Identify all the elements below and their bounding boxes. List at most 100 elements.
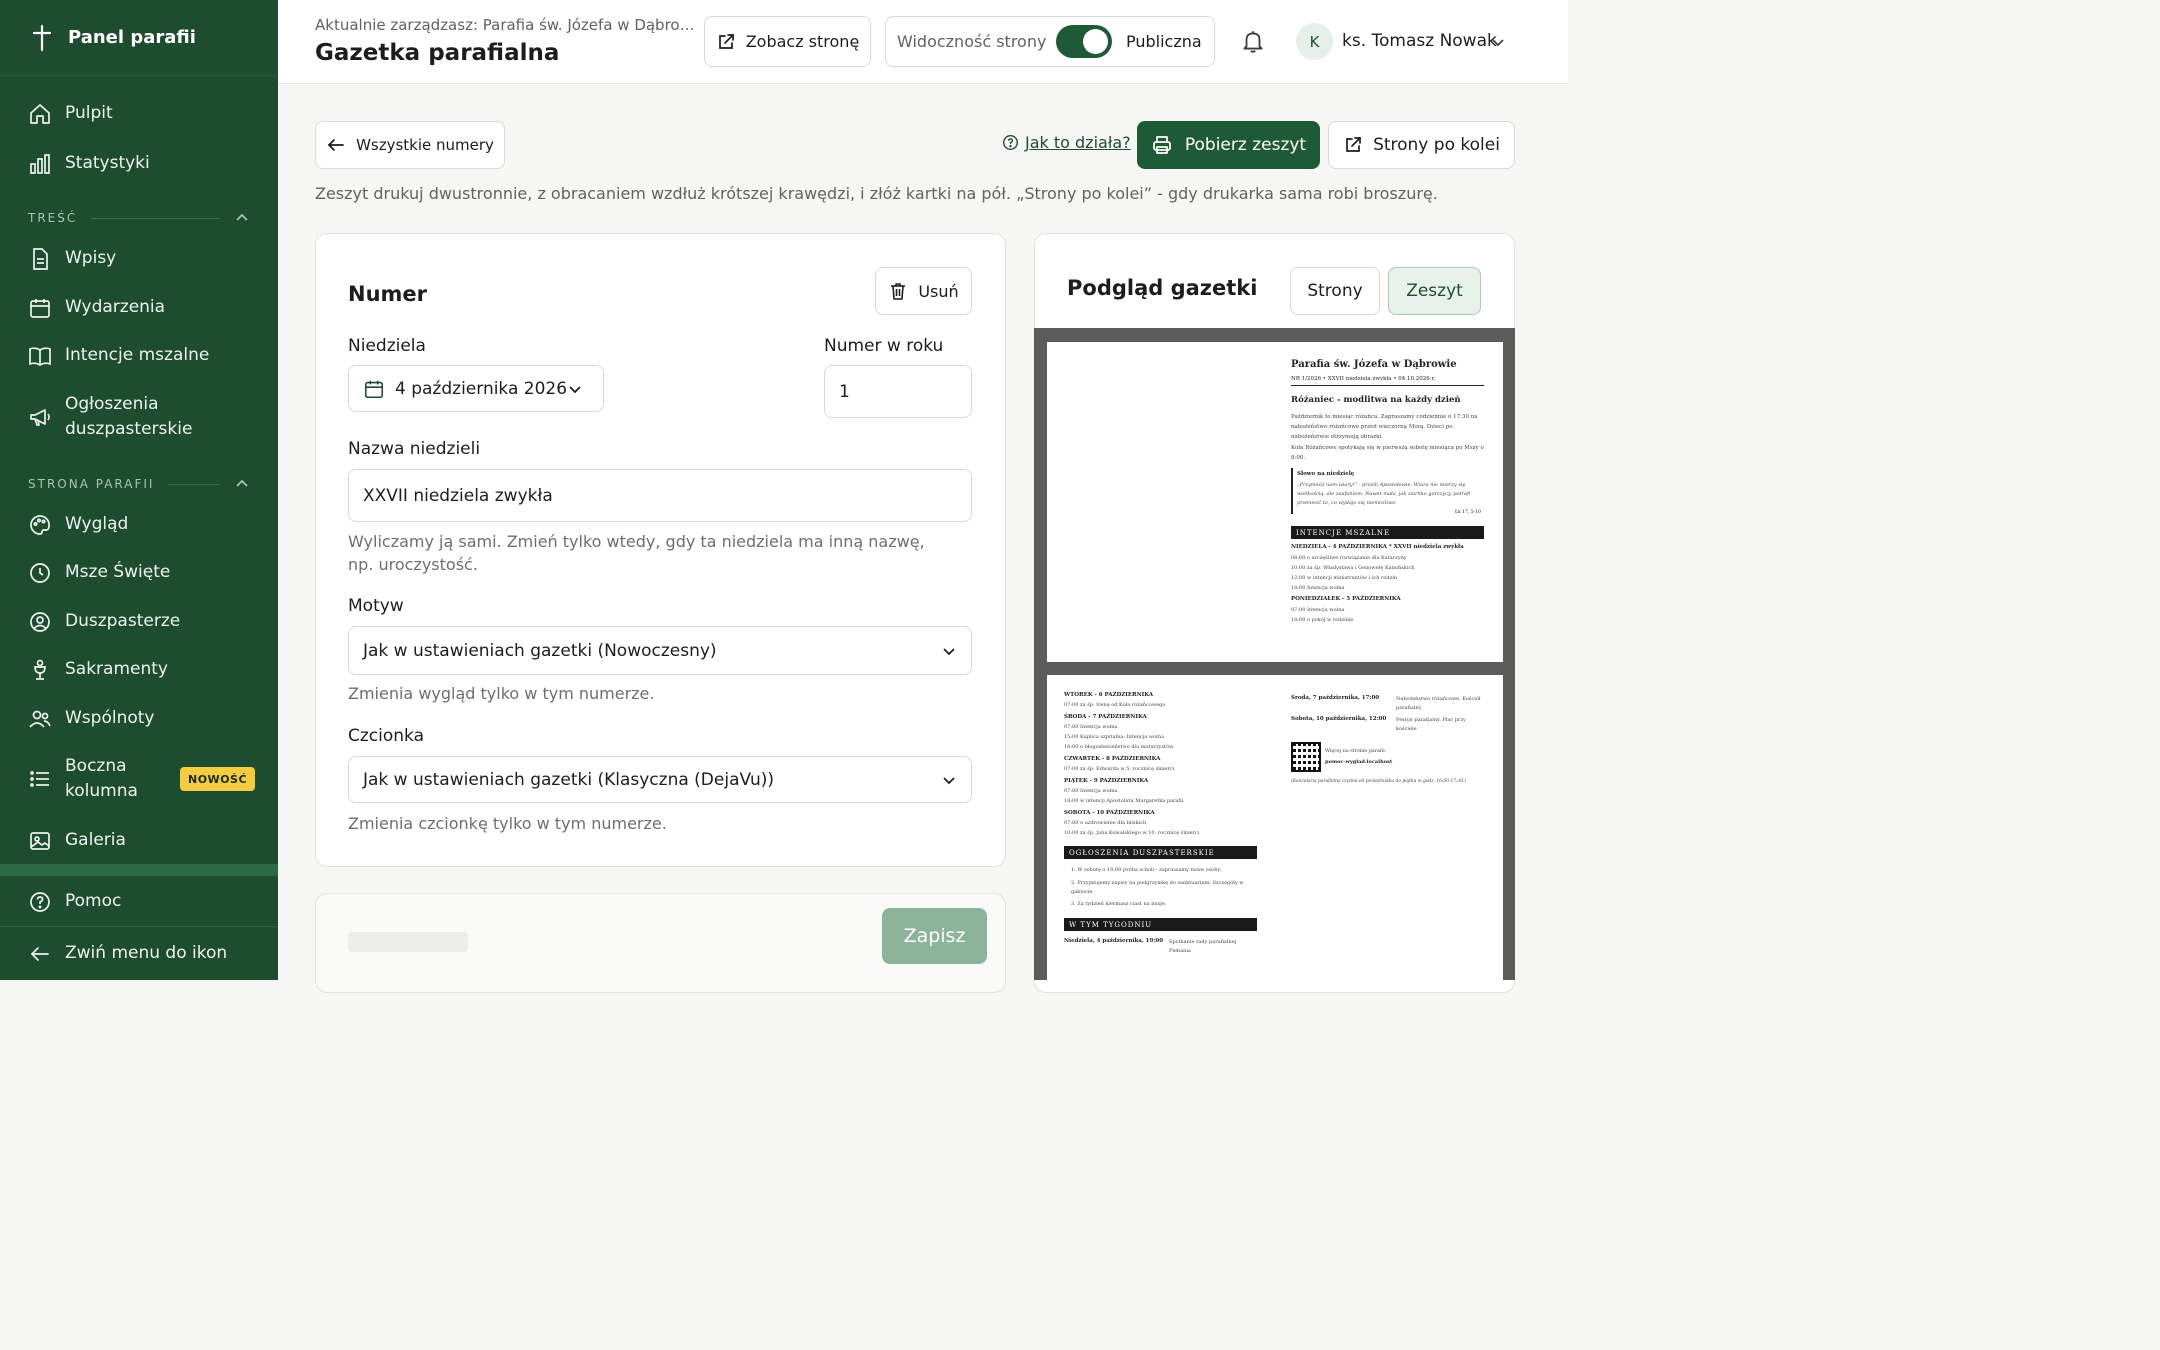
tab-booklet[interactable]: Zeszyt <box>1388 267 1481 315</box>
sunday-date-picker[interactable]: 4 października 2026 <box>348 365 604 412</box>
intention-line: 07:00 Intencja wolna <box>1064 788 1118 794</box>
announcement-item: 3. Za tydzień kiermasz ciast na misje. <box>1071 901 1167 907</box>
chevron-down-icon <box>943 647 955 655</box>
pages-in-order-button[interactable]: Strony po kolei <box>1328 121 1515 169</box>
intention-line: 07:00 Intencja wolna <box>1064 724 1118 730</box>
sidebar-item-ogloszenia[interactable]: Ogłoszenia duszpasterskie <box>0 392 278 442</box>
intention-line: 07:00 o uzdrowienie dla bliskich <box>1064 820 1147 826</box>
view-site-button[interactable]: Zobacz stronę <box>704 16 871 67</box>
avatar[interactable]: K <box>1296 23 1333 60</box>
number-value: 1 <box>839 381 850 402</box>
sidebar-item-intencje[interactable]: Intencje mszalne <box>0 343 278 368</box>
event-what: Festyn parafialny. Plac przy kościele <box>1396 717 1466 732</box>
event-what: Nabożeństwo różańcowe. Kościół parafialn… <box>1396 696 1481 711</box>
headline: Różaniec - modlitwa na każdy dzień <box>1291 395 1461 405</box>
sidebar-item-duszpasterze[interactable]: Duszpasterze <box>0 609 278 634</box>
intention-line: 15:00 Kaplica szpitalna: Intencja wolna <box>1064 734 1164 740</box>
sunday-name-value: XXVII niedziela zwykła <box>363 485 553 506</box>
divider <box>91 217 220 219</box>
sunday-name-input[interactable]: XXVII niedziela zwykła <box>348 469 972 522</box>
download-booklet-button[interactable]: Pobierz zeszyt <box>1137 121 1320 169</box>
users-icon <box>29 710 51 728</box>
help-circle-icon <box>30 891 50 912</box>
sidebar-item-pomoc[interactable]: Pomoc <box>0 889 278 914</box>
theme-value: Jak w ustawieniach gazetki (Nowoczesny) <box>363 640 717 661</box>
sidebar-item-label: Intencje mszalne <box>65 345 210 365</box>
intention-line: 07:00 za śp. Edwarda w 5. rocznicę śmier… <box>1064 766 1175 772</box>
visibility-toggle[interactable] <box>1056 25 1112 58</box>
chevron-up-icon <box>236 479 248 487</box>
user-name[interactable]: ks. Tomasz Nowak <box>1342 31 1497 51</box>
all-issues-label: Wszystkie numery <box>356 136 494 154</box>
number-input[interactable]: 1 <box>824 365 972 418</box>
announcement-item: 1. W sobotę o 10:00 próba scholi - zapra… <box>1071 867 1222 873</box>
toggle-knob <box>1083 29 1108 54</box>
theme-select[interactable]: Jak w ustawieniach gazetki (Nowoczesny) <box>348 626 972 675</box>
event-what: Spotkanie rady parafialnej. Plebania <box>1169 939 1238 954</box>
quote: „Przymnóż nam wiary!” - prosili Apostoło… <box>1297 482 1471 506</box>
arrow-left-icon <box>30 946 49 961</box>
sidebar-item-wpisy[interactable]: Wpisy <box>0 246 278 271</box>
chevron-down-icon[interactable] <box>1490 34 1506 50</box>
sidebar-item-label: Wspólnoty <box>65 708 155 728</box>
calendar-icon <box>30 298 50 318</box>
qr-code-icon <box>1291 742 1321 772</box>
delete-button[interactable]: Usuń <box>875 267 972 315</box>
palette-icon <box>30 514 50 535</box>
booklet-preview[interactable]: Parafia św. Józefa w Dąbrowie NR 1/2026 … <box>1034 328 1515 980</box>
sidebar-item-msze[interactable]: Msze Święte <box>0 560 278 585</box>
chevron-up-icon <box>236 213 248 221</box>
sidebar-brand[interactable]: Panel parafii <box>0 0 278 76</box>
section-content-toggle[interactable]: TREŚĆ <box>28 208 250 228</box>
save-bar-placeholder <box>348 932 468 952</box>
qr-text: Więcej na stronie parafii: <box>1325 749 1387 754</box>
intention-line: 08:00 o szczęśliwe rozwiązanie dla Katar… <box>1291 555 1407 561</box>
intention-line: 18:00 o błogosławieństwo dla maturzystów <box>1064 744 1174 750</box>
font-value: Jak w ustawieniach gazetki (Klasyczna (D… <box>363 769 774 790</box>
print-hint: Zeszyt drukuj dwustronnie, z obracaniem … <box>315 184 1438 203</box>
user-circle-icon <box>30 611 50 632</box>
megaphone-icon <box>30 409 50 426</box>
office-hours: (Kancelaria parafialna czynna od poniedz… <box>1291 779 1467 784</box>
sidebar-item-label: Wygląd <box>65 514 129 534</box>
theme-hint: Zmienia wygląd tylko w tym numerze. <box>348 684 655 703</box>
intention-line: 12:00 w intencji ministrantów i ich rodz… <box>1291 575 1398 581</box>
sidebar-item-label: Boczna kolumna <box>65 756 138 801</box>
sidebar-item-wydarzenia[interactable]: Wydarzenia <box>0 295 278 320</box>
sidebar-item-label: Galeria <box>65 830 126 850</box>
tab-pages[interactable]: Strony <box>1290 267 1380 315</box>
section-site-toggle[interactable]: STRONA PARAFII <box>28 474 250 494</box>
sidebar-item-wspolnoty[interactable]: Wspólnoty <box>0 706 278 731</box>
sidebar-item-statystyki[interactable]: Statystyki <box>0 151 278 176</box>
day-heading: NIEDZIELA - 4 PAŹDZIERNIKA * XXVII niedz… <box>1291 544 1464 550</box>
sidebar-item-wyglad[interactable]: Wygląd <box>0 512 278 537</box>
qr-url: pomoc-wyglad.localhost <box>1325 759 1393 765</box>
pages-in-order-label: Strony po kolei <box>1373 135 1500 155</box>
save-button[interactable]: Zapisz <box>882 908 987 964</box>
sidebar-item-pulpit[interactable]: Pulpit <box>0 101 278 126</box>
sunday-name-hint: Wyliczamy ją sami. Zmień tylko wtedy, gd… <box>348 532 925 574</box>
collapse-menu-button[interactable]: Zwiń menu do ikon <box>0 941 278 966</box>
how-it-works-link[interactable]: Jak to działa? <box>1002 133 1131 152</box>
divider <box>1291 385 1484 386</box>
visibility-state: Publiczna <box>1126 32 1202 51</box>
theme-label: Motyw <box>348 596 404 616</box>
home-icon <box>30 103 50 124</box>
issue-line: NR 1/2026 • XXVII niedziela zwykła • 04.… <box>1291 376 1436 382</box>
all-issues-button[interactable]: Wszystkie numery <box>315 121 505 169</box>
day-heading: WTOREK - 6 PAŹDZIERNIKA <box>1064 692 1154 698</box>
announcements-header: OGŁOSZENIA DUSZPASTERSKIE <box>1064 846 1257 859</box>
font-select[interactable]: Jak w ustawieniach gazetki (Klasyczna (D… <box>348 756 972 803</box>
download-booklet-label: Pobierz zeszyt <box>1184 135 1307 155</box>
help-circle-icon <box>1003 135 1018 150</box>
sidebar-item-galeria[interactable]: Galeria <box>0 828 278 853</box>
sidebar-item-label: Wydarzenia <box>65 297 166 317</box>
book-icon <box>29 346 51 366</box>
chevron-down-icon <box>569 385 581 393</box>
sidebar-item-label: Pomoc <box>65 891 122 911</box>
sidebar-item-sakramenty[interactable]: Sakramenty <box>0 657 278 682</box>
page-title: Gazetka parafialna <box>315 40 560 66</box>
quote-ref: Łk 17, 5-10 <box>1455 510 1481 515</box>
bell-icon[interactable] <box>1240 28 1266 54</box>
section-label: STRONA PARAFII <box>28 477 155 491</box>
